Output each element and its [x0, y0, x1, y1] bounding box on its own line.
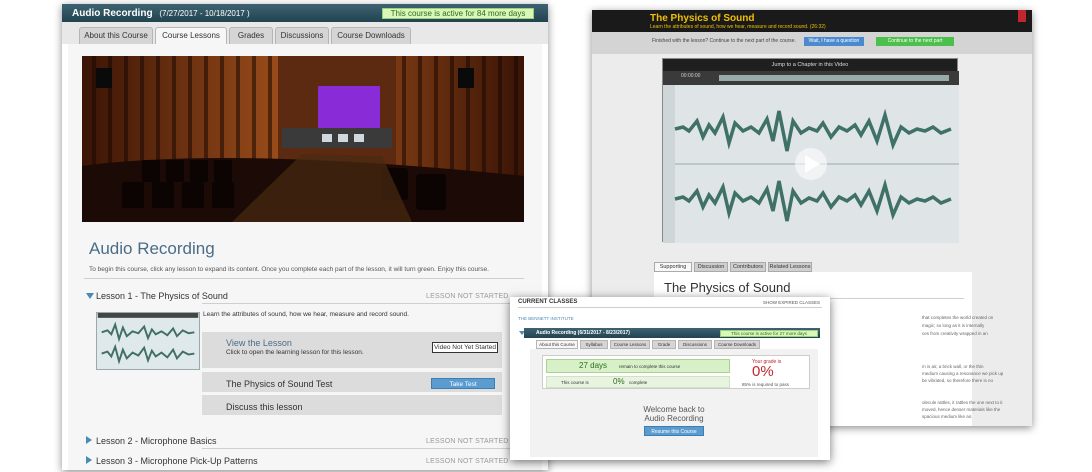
completion-prefix: This course is [561, 380, 589, 385]
tab-supporting-info[interactable]: Supporting Info [654, 262, 692, 279]
body-text: olecule rattles, it rattles the one next… [922, 400, 1003, 405]
show-expired-link[interactable]: SHOW EXPIRED CLASSES [763, 300, 820, 305]
completion-bar: This course is 0% complete [546, 376, 730, 388]
expand-down-icon[interactable] [86, 293, 94, 299]
course-title: Audio Recording [72, 8, 153, 19]
tab-discussion[interactable]: Discussion [694, 262, 728, 272]
waveform-display [663, 71, 959, 243]
test-title: The Physics of Sound Test [226, 379, 333, 389]
course-header: Audio Recording (7/27/2017 - 10/18/2017 … [62, 4, 548, 22]
tab-about[interactable]: About this Course [536, 340, 578, 349]
class-title: Audio Recording (6/31/2017 - 8/23/2017) [536, 330, 630, 336]
body-text: m is air, a brick wall, or the thin [922, 364, 984, 369]
days-remaining-bar: 27 days remain to complete this course [546, 359, 730, 373]
lesson-1-title[interactable]: Lesson 1 - The Physics of Sound [96, 291, 228, 301]
lesson-3-status: LESSON NOT STARTED [426, 458, 509, 465]
studio-hero-image [82, 56, 524, 222]
pass-requirement: 85% is required to pass [742, 382, 790, 387]
lesson-description: Learn the attributes of sound, how we he… [203, 311, 409, 318]
lesson-2-status: LESSON NOT STARTED [426, 438, 509, 445]
tab-course-lessons[interactable]: Course Lessons [155, 27, 227, 44]
lesson-waveform-thumbnail[interactable] [96, 312, 200, 370]
video-status-badge: Video Not Yet Started [432, 342, 498, 353]
welcome-line-1: Welcome back to [643, 405, 705, 414]
tab-grades[interactable]: Grades [229, 27, 273, 44]
course-active-badge: This course is active for 84 more days [382, 8, 534, 19]
completion-suffix: complete [629, 380, 648, 385]
class-active-badge: This course is active for 27 more days [720, 330, 818, 337]
course-dates: (7/27/2017 - 10/18/2017 ) [159, 9, 250, 18]
expand-right-icon[interactable] [86, 456, 92, 464]
body-text: be vibrated, so therefore there is no [922, 378, 994, 383]
finished-prompt: Finished with the lesson? Continue to th… [652, 38, 796, 44]
tab-course-lessons[interactable]: Course Lessons [610, 340, 650, 349]
tab-syllabus[interactable]: Syllabus [580, 340, 608, 349]
bookmark-icon[interactable] [1018, 10, 1026, 22]
projection-screen [318, 86, 380, 132]
timecode: 00:00:00 [681, 73, 701, 79]
grade-value: 0% [752, 363, 774, 380]
body-text: that completes the world created on [922, 315, 994, 320]
current-classes-heading: CURRENT CLASSES [518, 299, 578, 305]
tab-discussions[interactable]: Discussions [678, 340, 712, 349]
video-player[interactable]: Jump to a Chapter in this Video 00:00:00 [662, 58, 959, 243]
body-text: medium causing a resonance we pick up [922, 371, 1004, 376]
take-test-button[interactable]: Take Test [431, 378, 495, 389]
view-lesson-desc: Click to open the learning lesson for th… [226, 349, 364, 356]
divider [202, 448, 522, 449]
continue-button[interactable]: Continue to the next part [876, 37, 954, 46]
current-classes-window: CURRENT CLASSES SHOW EXPIRED CLASSES THE… [510, 297, 830, 460]
body-text: ces from creativity wrapped in an [922, 331, 988, 336]
question-button[interactable]: Wait, I have a question [804, 37, 864, 46]
days-remaining-text: remain to complete this course [619, 364, 681, 369]
body-text: moved, hence denser materials like the [922, 407, 1001, 412]
divider [518, 307, 822, 308]
body-text: spacious medium like air. [922, 414, 973, 419]
resume-course-button[interactable]: Resume this Course [644, 426, 704, 436]
tab-grade[interactable]: Grade [652, 340, 676, 349]
course-lessons-window: Audio Recording (7/27/2017 - 10/18/2017 … [62, 4, 548, 470]
completion-percent: 0% [613, 377, 625, 386]
lesson-1-status: LESSON NOT STARTED [426, 293, 509, 300]
divider [84, 278, 524, 279]
tab-course-downloads[interactable]: Course Downloads [714, 340, 760, 349]
intro-text: To begin this course, click any lesson t… [89, 266, 489, 273]
jump-label: Jump to a Chapter in this Video [771, 62, 849, 68]
institute-name: THE BENNETT INSTITUTE [518, 316, 574, 321]
tab-discussions[interactable]: Discussions [275, 27, 329, 44]
tab-related-lessons[interactable]: Related Lessons [768, 262, 812, 272]
lesson-subtitle: Learn the attributes of sound, how we he… [650, 24, 826, 30]
lesson-title: The Physics of Sound [650, 13, 755, 24]
tab-contributors[interactable]: Contributors [730, 262, 766, 272]
section-heading: The Physics of Sound [664, 280, 791, 295]
lesson-3-title[interactable]: Lesson 3 - Microphone Pick-Up Patterns [96, 456, 258, 466]
body-text: magic; so long as it is internally [922, 323, 985, 328]
tab-course-downloads[interactable]: Course Downloads [331, 27, 411, 44]
days-remaining: 27 days [579, 361, 608, 370]
view-lesson-link[interactable]: View the Lesson [226, 338, 292, 348]
lesson-2-title[interactable]: Lesson 2 - Microphone Basics [96, 436, 217, 446]
divider [202, 303, 522, 304]
page-title: Audio Recording [89, 239, 215, 258]
tab-about[interactable]: About this Course [79, 27, 153, 44]
chapter-jump-bar[interactable]: Jump to a Chapter in this Video [663, 59, 957, 71]
welcome-line-2: Audio Recording [644, 414, 704, 423]
discuss-lesson-link[interactable]: Discuss this lesson [226, 402, 303, 412]
expand-right-icon[interactable] [86, 436, 92, 444]
